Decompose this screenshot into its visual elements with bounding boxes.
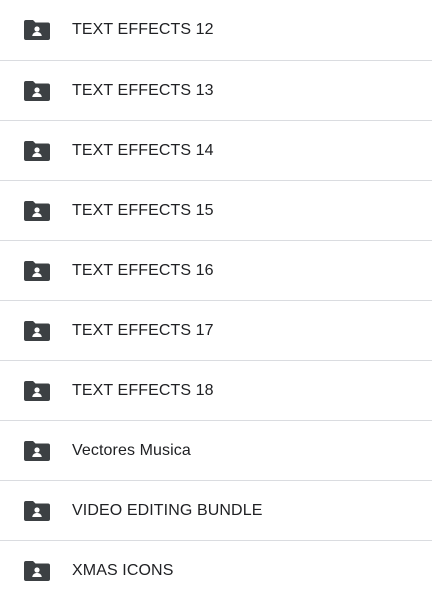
shared-folder-icon [24, 440, 50, 461]
list-item[interactable]: TEXT EFFECTS 12 [0, 0, 432, 60]
shared-folder-icon [24, 140, 50, 161]
folder-name: XMAS ICONS [72, 561, 174, 579]
shared-folder-icon [24, 560, 50, 581]
list-item[interactable]: TEXT EFFECTS 13 [0, 60, 432, 120]
list-item[interactable]: TEXT EFFECTS 14 [0, 120, 432, 180]
shared-folder-icon [24, 20, 50, 40]
list-item[interactable]: TEXT EFFECTS 15 [0, 180, 432, 240]
shared-folder-icon [24, 80, 50, 101]
folder-name: TEXT EFFECTS 12 [72, 21, 214, 38]
list-item[interactable]: VIDEO EDITING BUNDLE [0, 480, 432, 540]
folder-name: TEXT EFFECTS 13 [72, 81, 214, 99]
list-item[interactable]: Vectores Musica [0, 420, 432, 480]
shared-folder-icon [24, 320, 50, 341]
folder-name: TEXT EFFECTS 14 [72, 141, 214, 159]
folder-name: Vectores Musica [72, 441, 191, 459]
folder-name: TEXT EFFECTS 16 [72, 261, 214, 279]
list-item[interactable]: XMAS ICONS [0, 540, 432, 600]
shared-folder-icon [24, 260, 50, 281]
folder-name: TEXT EFFECTS 18 [72, 381, 214, 399]
folder-name: TEXT EFFECTS 17 [72, 321, 214, 339]
list-item[interactable]: TEXT EFFECTS 18 [0, 360, 432, 420]
folder-name: VIDEO EDITING BUNDLE [72, 501, 263, 519]
folder-list: TEXT EFFECTS 12 TEXT EFFECTS 13 TEXT EFF… [0, 0, 432, 600]
list-item[interactable]: TEXT EFFECTS 16 [0, 240, 432, 300]
shared-folder-icon [24, 500, 50, 521]
folder-name: TEXT EFFECTS 15 [72, 201, 214, 219]
list-item[interactable]: TEXT EFFECTS 17 [0, 300, 432, 360]
shared-folder-icon [24, 380, 50, 401]
shared-folder-icon [24, 200, 50, 221]
